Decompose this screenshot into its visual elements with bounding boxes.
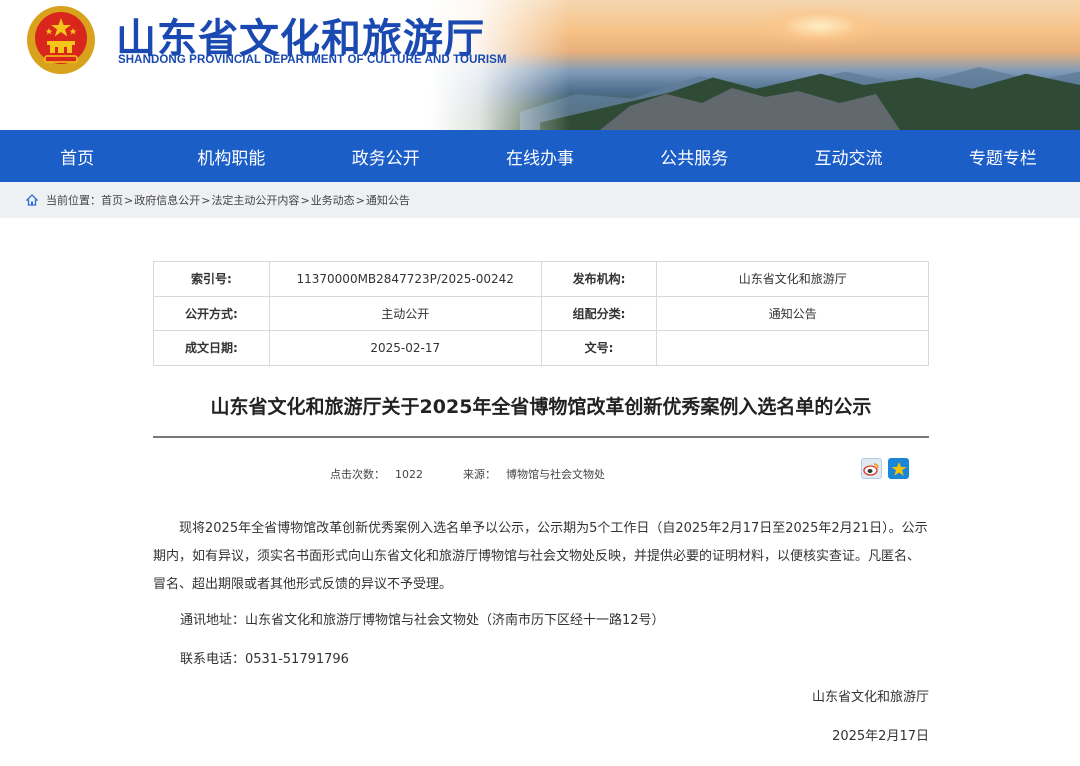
hit-count: 点击次数： 1022 (330, 466, 423, 482)
article-body: 现将2025年全省博物馆改革创新优秀案例入选名单予以公示，公示期为5个工作日（自… (153, 515, 929, 667)
main-nav: 首页 机构职能 政务公开 在线办事 公共服务 互动交流 专题专栏 (0, 130, 1080, 182)
breadcrumb-label: 当前位置： (46, 194, 101, 207)
breadcrumb: 当前位置： 首页 > 政府信息公开 > 法定主动公开内容 > 业务动态 > 通知… (0, 182, 1080, 218)
signature-organization: 山东省文化和旅游厅 (811, 690, 929, 705)
meta-value-publisher: 山东省文化和旅游厅 (656, 261, 929, 297)
meta-value-index: 11370000MB2847723P/2025-00242 (268, 261, 542, 297)
breadcrumb-item-business-news[interactable]: 业务动态 (311, 192, 355, 208)
meta-label-index: 索引号: (153, 261, 270, 297)
article-info: 点击次数： 1022 来源： 博物馆与社会文物处 (153, 466, 929, 482)
source-value: 博物馆与社会文物处 (506, 468, 605, 481)
home-icon (26, 194, 38, 206)
document-meta-table: 索引号: 11370000MB2847723P/2025-00242 发布机构:… (153, 261, 929, 366)
meta-label-category: 组配分类: (540, 295, 658, 331)
breadcrumb-item-statutory-disclosure[interactable]: 法定主动公开内容 (211, 192, 299, 208)
share-buttons (861, 458, 909, 479)
meta-label-doc-number: 文号: (540, 330, 658, 366)
national-emblem-icon[interactable] (25, 4, 97, 76)
article-title: 山东省文化和旅游厅关于2025年全省博物馆改革创新优秀案例入选名单的公示 (210, 396, 872, 418)
breadcrumb-item-home[interactable]: 首页 (101, 192, 123, 208)
breadcrumb-item-notices[interactable]: 通知公告 (366, 192, 410, 208)
breadcrumb-separator: > (124, 193, 134, 207)
nav-item-online-services[interactable]: 在线办事 (463, 130, 617, 182)
signature-date: 2025年2月17日 (832, 729, 929, 744)
article-paragraph: 现将2025年全省博物馆改革创新优秀案例入选名单予以公示，公示期为5个工作日（自… (153, 521, 928, 592)
meta-label-publisher: 发布机构: (540, 261, 658, 297)
meta-value-disclosure-mode: 主动公开 (268, 295, 542, 331)
nav-item-government-affairs[interactable]: 政务公开 (309, 130, 463, 182)
article-source: 来源： 博物馆与社会文物处 (463, 466, 605, 482)
contact-phone: 联系电话：0531-51791796 (180, 652, 349, 667)
favorite-button[interactable] (888, 458, 909, 479)
breadcrumb-separator: > (201, 193, 211, 207)
breadcrumb-separator: > (300, 193, 310, 207)
nav-item-home[interactable]: 首页 (0, 130, 154, 182)
banner-sun-glow (760, 6, 880, 46)
nav-item-organization[interactable]: 机构职能 (154, 130, 308, 182)
weibo-share-button[interactable] (861, 458, 882, 479)
favorite-star-icon (891, 461, 906, 476)
title-divider (153, 436, 929, 438)
meta-label-date: 成文日期: (153, 330, 270, 366)
nav-item-special-topics[interactable]: 专题专栏 (926, 130, 1080, 182)
meta-value-date: 2025-02-17 (268, 330, 542, 366)
contact-address: 通讯地址：山东省文化和旅游厅博物馆与社会文物处（济南市历下区经十一路12号） (180, 613, 665, 628)
meta-value-category: 通知公告 (656, 295, 929, 331)
hit-count-label: 点击次数： (330, 468, 385, 481)
nav-item-public-services[interactable]: 公共服务 (617, 130, 771, 182)
meta-label-disclosure-mode: 公开方式: (153, 295, 270, 331)
site-subtitle: SHANDONG PROVINCIAL DEPARTMENT OF CULTUR… (118, 54, 507, 66)
table-row: 索引号: 11370000MB2847723P/2025-00242 发布机构:… (153, 261, 929, 297)
breadcrumb-separator: > (355, 193, 365, 207)
source-label: 来源： (463, 468, 496, 481)
table-row: 公开方式: 主动公开 组配分类: 通知公告 (153, 295, 929, 331)
nav-item-interaction[interactable]: 互动交流 (771, 130, 925, 182)
weibo-icon (863, 462, 879, 476)
meta-value-doc-number (656, 330, 929, 366)
table-row: 成文日期: 2025-02-17 文号: (153, 330, 929, 366)
breadcrumb-item-gov-info[interactable]: 政府信息公开 (134, 192, 200, 208)
hit-count-value: 1022 (395, 468, 423, 481)
header-banner: 山东省文化和旅游厅 SHANDONG PROVINCIAL DEPARTMENT… (0, 0, 1080, 130)
